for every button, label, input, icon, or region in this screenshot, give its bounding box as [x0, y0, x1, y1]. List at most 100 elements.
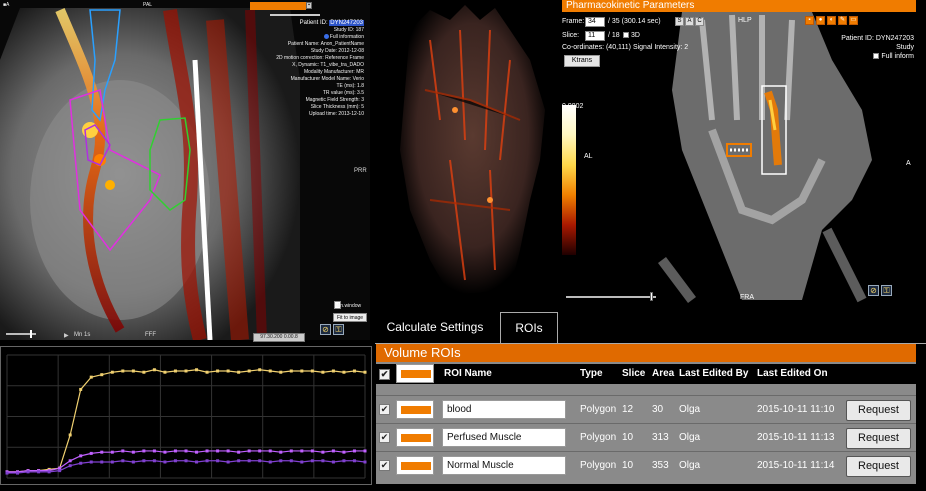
volume-3d-viewer[interactable]: [370, 0, 562, 305]
curve-point[interactable]: [331, 449, 335, 453]
play-icon[interactable]: ▶: [64, 332, 69, 339]
sagittal-button[interactable]: S: [675, 17, 684, 26]
frame-slider-thumb[interactable]: [30, 330, 32, 338]
curve-point[interactable]: [352, 459, 356, 463]
curve-point[interactable]: [258, 368, 262, 372]
curve-point[interactable]: [110, 460, 114, 464]
curve-point[interactable]: [226, 449, 230, 453]
frame-input[interactable]: 34: [585, 17, 605, 27]
curve-point[interactable]: [142, 370, 146, 374]
axial-button[interactable]: A: [685, 17, 694, 26]
roi-color-swatch[interactable]: [396, 456, 434, 475]
curve-point[interactable]: [321, 450, 325, 454]
curve-point[interactable]: [226, 369, 230, 373]
curve-point[interactable]: [58, 469, 62, 473]
full-information-toggle[interactable]: Full information: [272, 34, 364, 41]
curve-point[interactable]: [352, 369, 356, 373]
curve-point[interactable]: [342, 459, 346, 463]
request-button[interactable]: Request: [846, 456, 911, 477]
curve-point[interactable]: [152, 449, 156, 453]
coronal-button[interactable]: C: [695, 17, 704, 26]
curve-point[interactable]: [258, 449, 262, 453]
curve-point[interactable]: [100, 373, 104, 377]
curve-point[interactable]: [195, 450, 199, 454]
curve-point[interactable]: [237, 459, 241, 463]
curve-point[interactable]: [195, 368, 199, 372]
curve-point[interactable]: [131, 369, 135, 373]
curve-point[interactable]: [68, 464, 72, 468]
curve-point[interactable]: [79, 454, 83, 458]
pk-tool-5-icon[interactable]: ▭: [849, 16, 858, 25]
slice-input[interactable]: 11: [585, 31, 605, 41]
curve-point[interactable]: [5, 471, 9, 475]
curve-point[interactable]: [237, 370, 241, 374]
curve-point[interactable]: [142, 449, 146, 453]
row-checkbox[interactable]: ✔: [379, 404, 390, 415]
curve-point[interactable]: [131, 460, 135, 464]
curve-point[interactable]: [152, 368, 156, 372]
request-button[interactable]: Request: [846, 400, 911, 421]
curve-point[interactable]: [121, 459, 125, 463]
left-viewer-settings-button[interactable]: ▪: [306, 2, 312, 9]
pk-frame-slider-thumb[interactable]: [650, 292, 653, 301]
curve-point[interactable]: [89, 460, 93, 464]
curve-point[interactable]: [247, 459, 251, 463]
roi-name-field[interactable]: Normal Muscle: [442, 456, 566, 475]
curve-point[interactable]: [300, 369, 304, 373]
curve-point[interactable]: [331, 460, 335, 464]
curve-point[interactable]: [300, 460, 304, 464]
curve-point[interactable]: [205, 459, 209, 463]
curve-point[interactable]: [37, 470, 41, 474]
pk-tool-3-icon[interactable]: ◐: [827, 16, 836, 25]
curve-point[interactable]: [173, 459, 177, 463]
curve-point[interactable]: [163, 460, 167, 464]
curve-point[interactable]: [279, 450, 283, 454]
roi-name-field[interactable]: Perfused Muscle: [442, 428, 566, 447]
curve-point[interactable]: [279, 370, 283, 374]
viewer-toolbar-left[interactable]: ■A: [3, 2, 9, 8]
curve-point[interactable]: [121, 369, 125, 373]
curve-point[interactable]: [216, 369, 220, 373]
curve-point[interactable]: [152, 459, 156, 463]
curve-point[interactable]: [79, 387, 83, 391]
pk-no-sync-icon[interactable]: ⊘: [868, 285, 879, 296]
curve-point[interactable]: [310, 369, 314, 373]
curve-point[interactable]: [363, 370, 367, 374]
curve-point[interactable]: [173, 449, 177, 453]
curve-point[interactable]: [131, 450, 135, 454]
row-checkbox[interactable]: ✔: [379, 432, 390, 443]
curve-point[interactable]: [310, 449, 314, 453]
curve-point[interactable]: [363, 460, 367, 464]
no-sync-icon[interactable]: ⊘: [320, 324, 331, 335]
hand-3d-render[interactable]: [370, 0, 562, 305]
curve-point[interactable]: [110, 450, 114, 454]
curve-point[interactable]: [89, 375, 93, 379]
lock-icon[interactable]: ⚿: [333, 324, 344, 335]
table-row[interactable]: ✔ blood Polygon 12 30 Olga 2015-10-11 11…: [376, 395, 916, 422]
curve-point[interactable]: [110, 370, 114, 374]
frame-slider[interactable]: [6, 330, 36, 338]
pk-full-info-toggle[interactable]: Full inform: [841, 52, 914, 61]
curve-point[interactable]: [300, 449, 304, 453]
curve-point[interactable]: [205, 449, 209, 453]
curve-point[interactable]: [247, 369, 251, 373]
curve-point[interactable]: [331, 369, 335, 373]
curve-point[interactable]: [237, 450, 241, 454]
curve-point[interactable]: [184, 449, 188, 453]
curve-point[interactable]: [184, 369, 188, 373]
curve-point[interactable]: [173, 369, 177, 373]
curve-point[interactable]: [321, 459, 325, 463]
select-all-checkbox[interactable]: ✔: [379, 369, 390, 380]
curve-point[interactable]: [363, 449, 367, 453]
table-row[interactable]: ✔ Normal Muscle Polygon 10 353 Olga 2015…: [376, 451, 916, 478]
left-mri-viewer[interactable]: ■A PAL ▪ Patient ID: DYN247203 Study ID:…: [0, 0, 370, 346]
curve-point[interactable]: [195, 460, 199, 464]
curve-point[interactable]: [289, 449, 293, 453]
curve-point[interactable]: [26, 470, 30, 474]
left-viewer-top-slider[interactable]: [270, 14, 320, 16]
curve-point[interactable]: [100, 460, 104, 464]
curve-point[interactable]: [68, 433, 72, 437]
request-button[interactable]: Request: [846, 428, 911, 449]
three-d-toggle[interactable]: 3D: [623, 32, 640, 39]
curve-point[interactable]: [184, 459, 188, 463]
